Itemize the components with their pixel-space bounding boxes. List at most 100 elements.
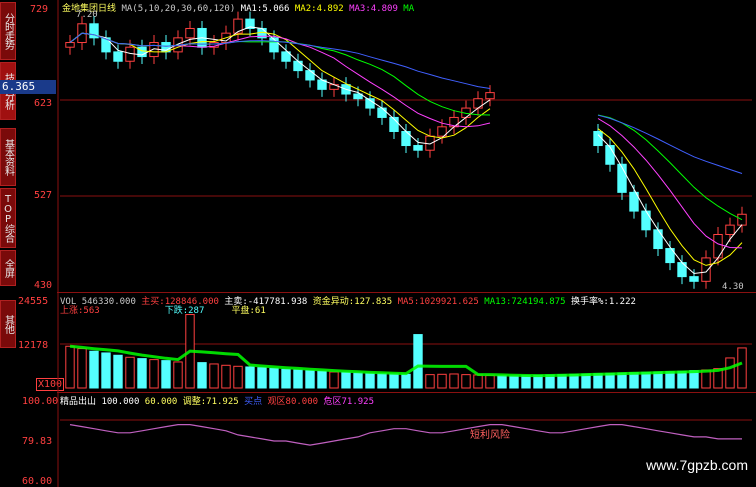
- chart-canvas: 短利风险: [57, 0, 752, 487]
- candle-body: [593, 130, 603, 147]
- volume-bar: [737, 347, 747, 389]
- low-marker: 4.30: [722, 282, 744, 292]
- tab-other[interactable]: 其他: [0, 300, 16, 348]
- volume-bar: [281, 368, 291, 389]
- stock-chart-app: 分时走势 技术分析 基本资料 TOP综合 全屏 其他 729 6.365 623…: [0, 0, 756, 487]
- volume-bar: [65, 345, 75, 389]
- volume-bar: [269, 367, 279, 389]
- tab-fullscreen[interactable]: 全屏: [0, 250, 16, 286]
- price-axis-tick-623: 623: [34, 98, 53, 109]
- high-marker: 7.20: [76, 10, 98, 20]
- candle-body: [617, 163, 627, 193]
- volume-bar: [377, 373, 387, 389]
- volume-bar: [305, 370, 315, 389]
- watermark: www.7gpzb.com: [646, 457, 748, 473]
- volume-bar: [185, 314, 195, 389]
- volume-bar: [449, 373, 459, 389]
- candle-body: [221, 32, 231, 44]
- indicator-axis-tick-top: 100.00: [22, 396, 59, 407]
- candle-body: [461, 107, 471, 118]
- candle-body: [725, 224, 735, 235]
- volume-bar: [701, 369, 711, 389]
- volume-bar: [293, 369, 303, 389]
- candle-body: [437, 126, 447, 137]
- period-label: 日线: [98, 4, 117, 14]
- candle-body: [689, 276, 699, 282]
- candle-body: [173, 37, 183, 53]
- candle-body: [125, 46, 135, 62]
- volume-panel-divider: [57, 292, 756, 293]
- volume-bar: [593, 373, 603, 389]
- volume-bar: [353, 372, 363, 389]
- volume-bar: [209, 363, 219, 389]
- indicator-axis-tick-mid: 79.83: [22, 436, 53, 447]
- volume-axis-unit: X100: [36, 378, 65, 391]
- candle-body: [425, 135, 435, 151]
- volume-bar: [77, 348, 87, 389]
- candle-body: [713, 233, 723, 259]
- volume-bar: [629, 372, 639, 389]
- volume-bar: [401, 373, 411, 389]
- tab-intraday[interactable]: 分时走势: [0, 2, 16, 60]
- volume-bar: [461, 374, 471, 389]
- ma4-label: MA: [403, 4, 415, 14]
- candle-body: [101, 37, 111, 53]
- ma2-label: MA2:: [294, 4, 317, 14]
- candle-body: [149, 42, 159, 58]
- volume-ma-band: [69, 344, 743, 378]
- volume-bar: [545, 374, 555, 389]
- volume-bar: [557, 374, 567, 389]
- candle-body: [677, 262, 687, 278]
- candle-body: [233, 18, 243, 34]
- candle-body: [665, 248, 675, 264]
- volume-axis-tick-mid: 12178: [18, 340, 49, 351]
- volume-bar: [329, 371, 339, 389]
- ma-line-1: [69, 26, 743, 275]
- price-axis-tick-top: 729: [30, 4, 49, 15]
- candle-body: [629, 191, 639, 212]
- candle-body: [605, 145, 615, 165]
- volume-axis-tick-top: 24555: [18, 296, 49, 307]
- ma3-label: MA3:: [349, 4, 371, 14]
- ma-line-2: [69, 31, 743, 266]
- volume-bar: [89, 350, 99, 389]
- price-axis-tick-527: 527: [34, 190, 53, 201]
- indicator-axis-tick-bottom: 60.00: [22, 476, 53, 487]
- current-price-box: 6.365: [0, 80, 56, 94]
- volume-bar: [365, 372, 375, 389]
- volume-bar: [221, 364, 231, 389]
- candle-body: [473, 98, 483, 109]
- ma-line-5: [69, 32, 743, 174]
- volume-bar: [497, 375, 507, 389]
- ma3-value: 4.809: [370, 4, 398, 14]
- candle-body: [89, 23, 99, 39]
- volume-bar: [341, 371, 351, 389]
- volume-bar: [245, 366, 255, 389]
- volume-bar: [101, 352, 111, 389]
- candle-body: [197, 27, 207, 48]
- candle-body: [653, 229, 663, 250]
- ma-line-4: [69, 32, 743, 221]
- candle-body: [401, 130, 411, 147]
- candle-body: [389, 116, 399, 132]
- candle-body: [185, 27, 195, 39]
- candle-body: [161, 42, 171, 53]
- main-chart-header: 金地集团日线 MA(5,10,20,30,60,120) MA1:5.066 M…: [62, 1, 414, 14]
- volume-bar: [149, 359, 159, 389]
- candle-body: [293, 60, 303, 72]
- volume-bar: [317, 370, 327, 389]
- ma1-label: MA1:: [240, 4, 263, 14]
- volume-bar: [125, 356, 135, 389]
- volume-bar: [533, 374, 543, 389]
- candle-body: [113, 51, 123, 62]
- volume-bar: [437, 373, 447, 389]
- candle-body: [377, 107, 387, 118]
- volume-bar: [581, 373, 591, 389]
- candle-body: [209, 42, 219, 48]
- volume-bar: [257, 367, 267, 389]
- volume-bar: [713, 368, 723, 389]
- tab-top-summary[interactable]: TOP综合: [0, 188, 16, 248]
- volume-bar: [137, 358, 147, 389]
- volume-bar: [725, 357, 735, 389]
- tab-fundamentals[interactable]: 基本资料: [0, 128, 16, 186]
